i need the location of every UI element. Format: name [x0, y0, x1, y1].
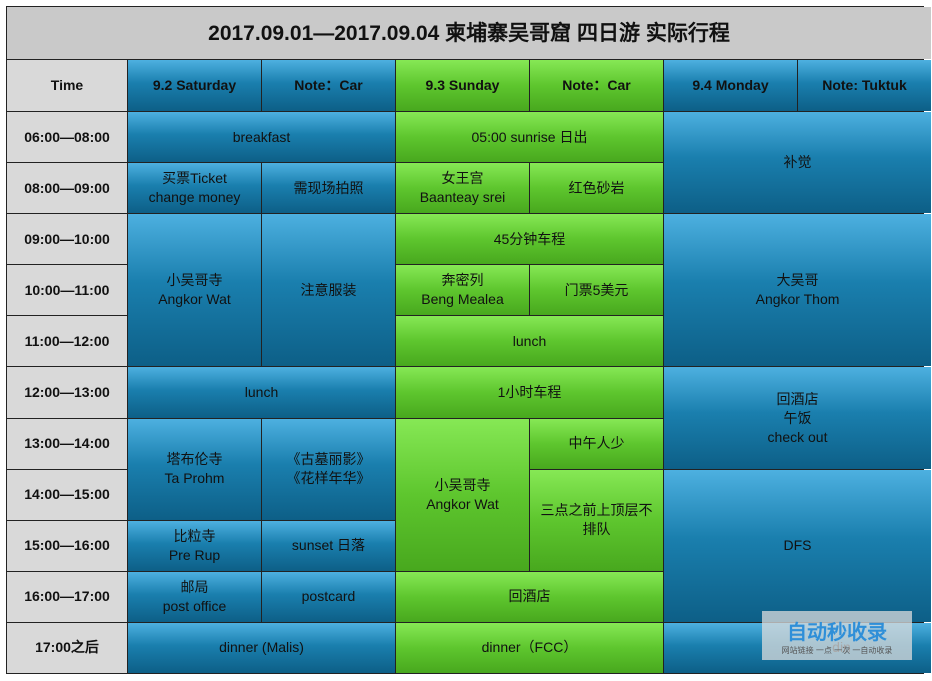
sun-sunrise: 05:00 sunrise 日出 — [396, 112, 663, 163]
time-slot: 16:00—17:00 — [7, 571, 127, 622]
sun-drive-45: 45分钟车程 — [396, 214, 663, 265]
line: 午饭 — [783, 409, 812, 426]
header-sat: 9.2 Saturday — [128, 60, 261, 111]
sun-lunch: lunch — [396, 316, 663, 367]
line: Pre Rup — [168, 546, 221, 563]
line: 买票Ticket — [162, 170, 227, 187]
header-time: Time — [7, 60, 127, 111]
sun-hotel: 回酒店 — [396, 571, 663, 622]
header-sat-note: Note：Car — [262, 60, 395, 111]
line: 《古墓丽影》 — [286, 451, 371, 468]
sat-postcard: postcard — [262, 571, 395, 622]
mon-angkor-thom: 大吴哥 Angkor Thom — [664, 214, 931, 367]
time-slot: 09:00—10:00 — [7, 214, 127, 265]
header-mon: 9.4 Monday — [664, 60, 797, 111]
sat-lunch: lunch — [128, 367, 395, 418]
line: Angkor Wat — [426, 495, 499, 512]
line: Beng Mealea — [421, 291, 504, 308]
header-sun: 9.3 Sunday — [396, 60, 529, 111]
sun-angkor-wat: 小吴哥寺 Angkor Wat — [396, 418, 529, 571]
time-slot: 15:00—16:00 — [7, 520, 127, 571]
sat-photo: 需现场拍照 — [262, 163, 395, 214]
sun-noon: 中午人少 — [530, 418, 663, 469]
line: 回酒店 — [776, 390, 819, 407]
sat-dress: 注意服装 — [262, 214, 395, 367]
time-slot: 10:00—11:00 — [7, 265, 127, 316]
sat-post-office: 邮局 post office — [128, 571, 261, 622]
time-slot: 13:00—14:00 — [7, 418, 127, 469]
line: 塔布伦寺 — [166, 451, 223, 468]
line: Baanteay srei — [419, 189, 506, 206]
sun-beng-mealea: 奔密列 Beng Mealea — [396, 265, 529, 316]
line: 大吴哥 — [776, 272, 819, 289]
time-slot: 08:00—09:00 — [7, 163, 127, 214]
sat-sunset: sunset 日落 — [262, 520, 395, 571]
line: Angkor Wat — [158, 291, 231, 308]
line: 小吴哥寺 — [166, 272, 223, 289]
watermark: 自动秒收录 网站链接 一点 一次 一自动收录 — [762, 611, 912, 660]
line: 邮局 — [180, 578, 209, 595]
time-slot: 17:00之后 — [7, 622, 127, 673]
line: 女王宫 — [441, 170, 484, 187]
sat-breakfast: breakfast — [128, 112, 395, 163]
time-slot: 06:00—08:00 — [7, 112, 127, 163]
line: change money — [148, 189, 241, 206]
sun-banteay-srei: 女王宫 Baanteay srei — [396, 163, 529, 214]
sun-top-level: 三点之前上顶层不排队 — [530, 469, 663, 571]
watermark-logo: 自动秒收录 — [787, 621, 887, 644]
sat-angkor-wat: 小吴哥寺 Angkor Wat — [128, 214, 261, 367]
sat-films: 《古墓丽影》 《花样年华》 — [262, 418, 395, 520]
time-slot: 14:00—15:00 — [7, 469, 127, 520]
time-slot: 11:00—12:00 — [7, 316, 127, 367]
sat-ta-prohm: 塔布伦寺 Ta Prohm — [128, 418, 261, 520]
line: Angkor Thom — [755, 291, 840, 308]
line: 《花样年华》 — [286, 470, 371, 487]
sat-ticket: 买票Ticket change money — [128, 163, 261, 214]
header-mon-note: Note: Tuktuk — [798, 60, 931, 111]
time-slot: 12:00—13:00 — [7, 367, 127, 418]
mon-sleep: 补觉 — [664, 112, 931, 214]
line: post office — [162, 597, 227, 614]
sat-dinner: dinner (Malis) — [128, 622, 395, 673]
sun-drive-1h: 1小时车程 — [396, 367, 663, 418]
page-title: 2017.09.01—2017.09.04 柬埔寨吴哥窟 四日游 实际行程 — [7, 7, 931, 59]
line: 比粒寺 — [173, 527, 216, 544]
line: 奔密列 — [441, 272, 484, 289]
watermark-sub: 网站链接 一点 一次 一自动收录 — [781, 645, 893, 655]
mon-checkout: 回酒店午饭 check out — [664, 367, 931, 469]
sun-fee: 门票5美元 — [530, 265, 663, 316]
sat-pre-rup: 比粒寺 Pre Rup — [128, 520, 261, 571]
sun-dinner: dinner（FCC） — [396, 622, 663, 673]
sun-red-sandstone: 红色砂岩 — [530, 163, 663, 214]
line: check out — [767, 428, 828, 445]
line: Ta Prohm — [164, 470, 225, 487]
mon-dfs: DFS — [664, 469, 931, 622]
header-sun-note: Note：Car — [530, 60, 663, 111]
itinerary-table: 2017.09.01—2017.09.04 柬埔寨吴哥窟 四日游 实际行程 Ti… — [6, 6, 931, 674]
line: 小吴哥寺 — [434, 476, 491, 493]
